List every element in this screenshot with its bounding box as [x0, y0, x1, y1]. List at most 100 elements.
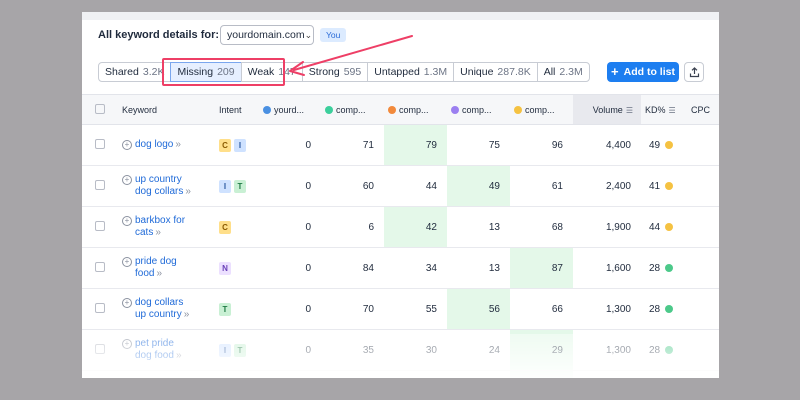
row-select-cell[interactable]	[82, 329, 118, 371]
row-checkbox[interactable]	[95, 261, 105, 272]
you-badge: You	[320, 28, 347, 42]
filter-count: 2.3M	[559, 66, 583, 78]
col-comp4[interactable]: comp...	[510, 94, 573, 125]
competitor-position: 56	[447, 288, 510, 330]
chevron-double-right-icon: »	[175, 138, 181, 150]
intent-cell: N	[215, 247, 259, 289]
row-select-cell[interactable]	[82, 288, 118, 330]
table-row[interactable]: + up country dog collars» I T 0 60 44 49 61 2,400 4…	[82, 165, 719, 207]
comp1-color-dot	[325, 105, 333, 114]
table-row[interactable]: + dog collars up country» T 0 70 55 56 66 1,300 28	[82, 288, 719, 330]
competitor-position: 71	[321, 124, 384, 166]
competitor-position: 70	[321, 288, 384, 330]
filter-tab-all[interactable]: All 2.3M	[536, 62, 590, 82]
keyword-line-2: cats	[135, 227, 154, 238]
row-checkbox[interactable]	[95, 302, 105, 313]
table-row[interactable]: + dog logo» C I 0 71 79 75 96 4,400 49	[82, 124, 719, 166]
add-keyword-icon[interactable]: +	[122, 174, 132, 185]
keyword-link[interactable]: pride dog food»	[135, 256, 177, 281]
filter-tab-strong[interactable]: Strong 595	[301, 62, 369, 82]
intent-badge: T	[219, 302, 231, 316]
filter-count: 147	[278, 66, 296, 78]
col-volume[interactable]: Volume ☰	[573, 94, 641, 125]
volume-cell: 1,900	[573, 206, 641, 248]
add-keyword-icon[interactable]: +	[122, 139, 132, 150]
keyword-line-1: dog collars	[135, 296, 184, 308]
row-select-cell[interactable]	[82, 124, 118, 166]
filter-label: Shared	[105, 66, 139, 78]
col-comp1[interactable]: comp...	[321, 94, 384, 125]
filter-tab-shared[interactable]: Shared 3.2K	[98, 62, 172, 82]
export-button[interactable]	[684, 62, 704, 82]
keyword-line-1: dog logo	[135, 138, 174, 150]
add-keyword-icon[interactable]: +	[122, 338, 132, 349]
row-select-cell[interactable]	[82, 370, 118, 378]
row-checkbox[interactable]	[95, 343, 105, 354]
kd-value: 28	[649, 344, 661, 356]
row-checkbox[interactable]	[95, 138, 105, 149]
filter-tab-untapped[interactable]: Untapped 1.3M	[367, 62, 455, 82]
volume-cell: 1,300	[573, 288, 641, 330]
kd-value: 41	[649, 180, 661, 192]
domain-select[interactable]: yourdomain.com ⌄	[220, 25, 314, 45]
keyword-link[interactable]: barkbox for cats»	[135, 215, 185, 240]
kd-indicator-dot	[665, 141, 674, 149]
yourd-position: 0	[259, 288, 321, 330]
kd-indicator-dot	[665, 264, 674, 272]
row-select-cell[interactable]	[82, 206, 118, 248]
keyword-cell: + up country dog collars»	[118, 165, 215, 207]
select-all-cell[interactable]	[82, 94, 118, 125]
keyword-line-2: up country	[135, 309, 182, 320]
keyword-link[interactable]: dog collars up country»	[135, 297, 189, 322]
filter-tab-unique[interactable]: Unique 287.8K	[453, 62, 538, 82]
add-keyword-icon[interactable]: +	[122, 297, 132, 308]
col-yourd-label: yourd...	[274, 104, 305, 115]
intent-badge: C	[219, 220, 231, 234]
chevron-double-right-icon: »	[175, 350, 182, 361]
table-row[interactable]: + barkbox for cats» C 0 6 42 13 68 1,900 44	[82, 206, 719, 248]
sort-icon: ☰	[668, 105, 676, 115]
col-comp2[interactable]: comp...	[384, 94, 447, 125]
volume-cell: 4,400	[573, 124, 641, 166]
col-intent[interactable]: Intent	[215, 94, 259, 125]
competitor-position: 34	[384, 370, 447, 378]
competitor-position: 61	[510, 165, 573, 207]
chevron-down-icon: ⌄	[304, 29, 313, 40]
col-keyword[interactable]: Keyword	[118, 94, 215, 125]
col-comp3[interactable]: comp...	[447, 94, 510, 125]
filter-label: Weak	[247, 66, 275, 78]
keyword-link[interactable]: up country dog collars»	[135, 174, 191, 199]
select-all-checkbox[interactable]	[95, 103, 105, 114]
competitor-position: 55	[384, 288, 447, 330]
row-checkbox[interactable]	[95, 220, 105, 231]
kd-indicator-dot	[665, 223, 674, 231]
add-keyword-icon[interactable]: +	[122, 215, 132, 226]
col-kd[interactable]: KD% ☰	[641, 94, 687, 125]
filter-label: Strong	[308, 66, 340, 78]
filter-tab-missing[interactable]: Missing 209	[170, 62, 242, 82]
add-to-list-button[interactable]: + Add to list	[607, 62, 679, 82]
competitor-position: 35	[321, 329, 384, 371]
col-yourd[interactable]: yourd...	[259, 94, 321, 125]
kd-indicator-dot	[665, 305, 674, 313]
table-body: + dog logo» C I 0 71 79 75 96 4,400 49 + up country d…	[82, 124, 719, 378]
row-checkbox[interactable]	[95, 179, 105, 190]
filter-count: 209	[217, 66, 235, 78]
add-keyword-icon[interactable]: +	[122, 256, 132, 267]
table-row[interactable]: +pitbull dog»T0573430271,30028	[82, 370, 719, 378]
filter-tab-weak[interactable]: Weak 147	[240, 62, 303, 82]
competitor-position: 27	[510, 370, 573, 378]
chevron-double-right-icon: »	[155, 227, 161, 238]
competitor-position: 42	[384, 206, 447, 248]
competitor-position: 34	[384, 247, 447, 289]
competitor-position: 24	[447, 329, 510, 371]
kd-cell: 28	[641, 329, 687, 371]
row-select-cell[interactable]	[82, 247, 118, 289]
row-select-cell[interactable]	[82, 165, 118, 207]
table-row[interactable]: + pet pride dog food» I T 0 35 30 24 29 1,300 28	[82, 329, 719, 371]
chevron-double-right-icon: »	[156, 268, 163, 279]
keyword-link[interactable]: pet pride dog food»	[135, 338, 182, 363]
keyword-link[interactable]: dog logo»	[135, 139, 181, 152]
table-row[interactable]: + pride dog food» N 0 84 34 13 87 1,600 28	[82, 247, 719, 289]
col-cpc[interactable]: CPC	[687, 94, 719, 125]
